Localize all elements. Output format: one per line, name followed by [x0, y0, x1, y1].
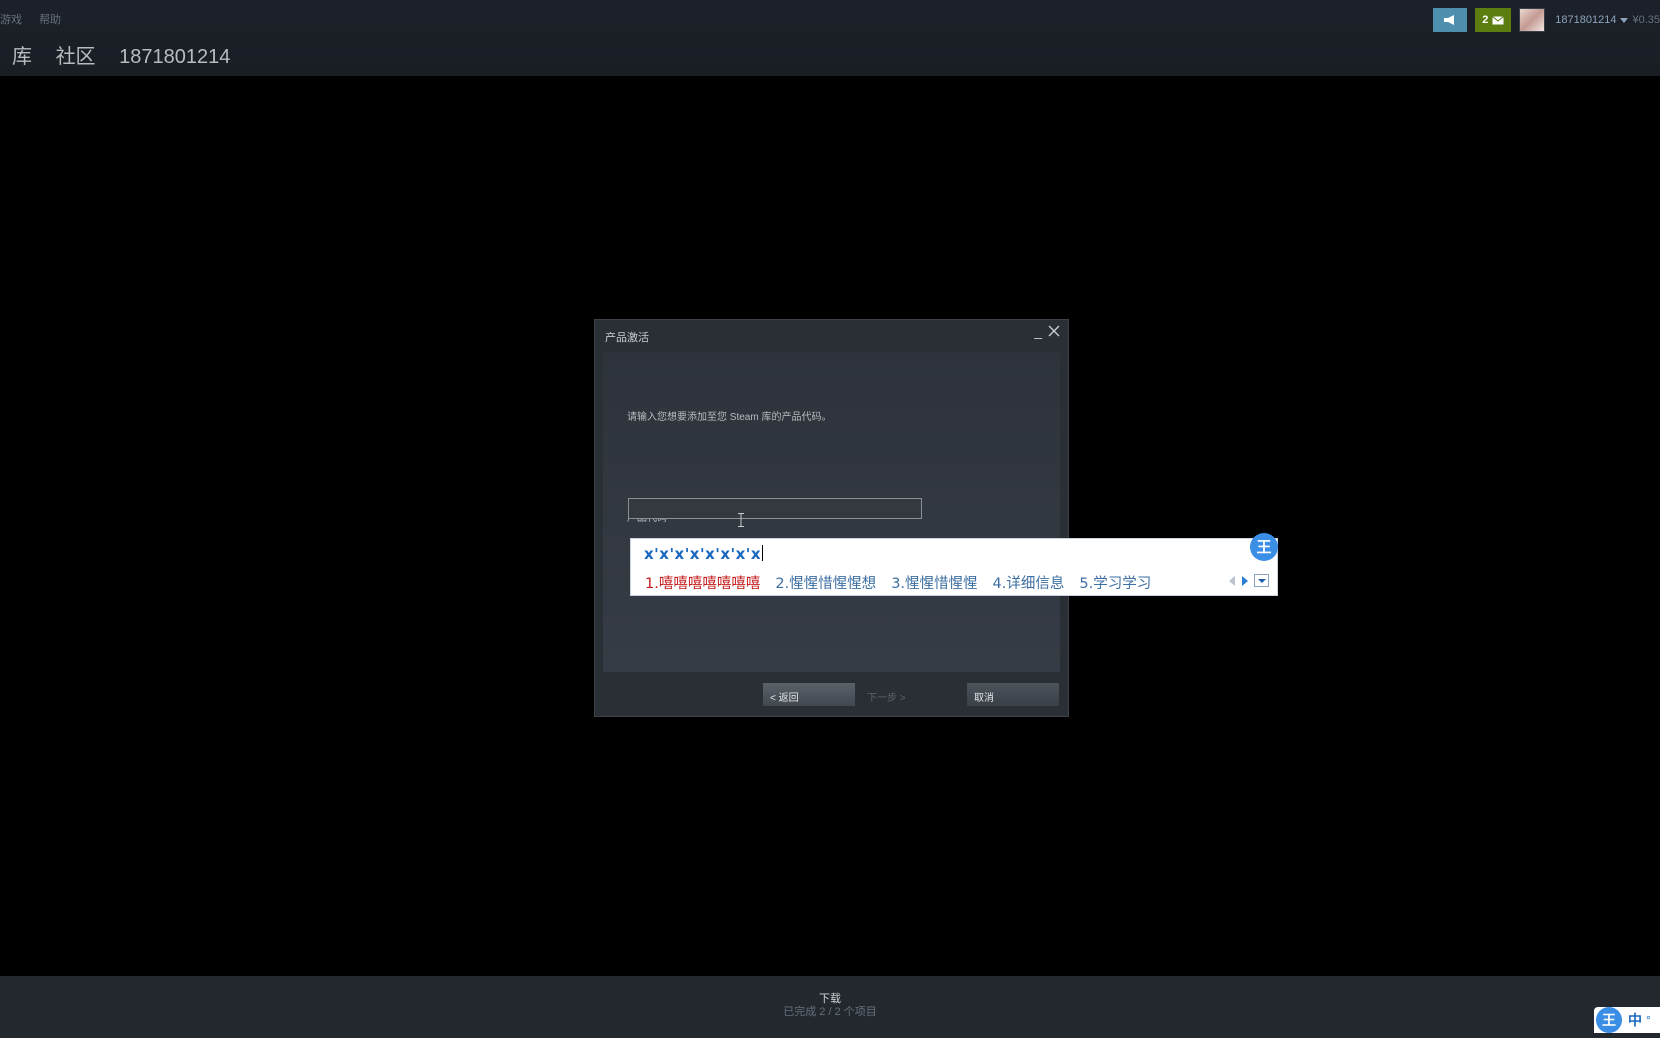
wallet-balance: ¥0.35 [1632, 14, 1660, 26]
dialog-title: 产品激活 [605, 332, 649, 344]
chevron-down-icon [1620, 17, 1629, 23]
ime-status-bar[interactable]: 王 中 ° [1594, 1007, 1660, 1033]
envelope-icon [1492, 15, 1505, 24]
menu-bar: 游戏 帮助 [0, 11, 75, 27]
main-nav: 库 社区 1871801214 [12, 40, 248, 69]
account-controls: 2 1871801214 ¥0.35 [1433, 8, 1660, 32]
download-status-bar[interactable]: 下载 已完成 2 / 2 个项目 王 中 ° [0, 976, 1660, 1038]
ime-candidate[interactable]: 4.详细信息 [993, 572, 1065, 593]
downloads-status: 已完成 2 / 2 个项目 [783, 1006, 877, 1018]
ime-prev-page-icon[interactable] [1229, 576, 1235, 586]
minimize-button[interactable]: _ [1034, 323, 1042, 339]
ime-candidate[interactable]: 3.惺惺惜惺惺 [891, 572, 977, 593]
ime-candidate[interactable]: 1.嘻嘻嘻嘻嘻嘻嘻 [645, 572, 760, 593]
ime-composition: x'x'x'x'x'x'x'x [644, 545, 762, 563]
notifications-button[interactable]: 2 [1475, 8, 1512, 32]
product-code-input[interactable] [628, 498, 922, 519]
back-button[interactable]: < 返回 [763, 683, 855, 706]
account-menu[interactable]: 1871801214 ¥0.35 [1555, 14, 1660, 26]
ime-candidate-window: x'x'x'x'x'x'x'x 1.嘻嘻嘻嘻嘻嘻嘻 2.惺惺惜惺惺想 3.惺惺惜… [630, 533, 1278, 596]
text-cursor-icon [738, 513, 744, 527]
close-icon[interactable] [1048, 325, 1060, 337]
ime-next-page-icon[interactable] [1242, 576, 1248, 586]
instruction-text: 请输入您想要添加至您 Steam 库的产品代码。 [627, 412, 832, 423]
ime-candidate[interactable]: 2.惺惺惜惺惺想 [775, 572, 876, 593]
next-button[interactable]: 下一步 > [860, 683, 952, 706]
ime-punctuation-indicator[interactable]: ° [1646, 1013, 1651, 1027]
ime-candidate-list: 1.嘻嘻嘻嘻嘻嘻嘻 2.惺惺惜惺惺想 3.惺惺惜惺惺 4.详细信息 5.学习学习 [645, 572, 1166, 593]
announcement-button[interactable] [1433, 8, 1468, 32]
cancel-button[interactable]: 取消 [967, 683, 1059, 706]
top-bar: 游戏 帮助 库 社区 1871801214 2 1871801214 ¥0.35 [0, 0, 1660, 76]
notification-count: 2 [1482, 14, 1489, 26]
megaphone-icon [1444, 15, 1455, 25]
menu-item-games[interactable]: 游戏 [0, 14, 22, 26]
product-activation-dialog: 产品激活 _ 请输入您想要添加至您 Steam 库的产品代码。 产品代码 < 返… [594, 319, 1069, 717]
account-name: 1871801214 [1555, 14, 1617, 26]
nav-community[interactable]: 社区 [56, 46, 96, 68]
avatar[interactable] [1519, 8, 1546, 32]
menu-item-help[interactable]: 帮助 [39, 14, 61, 26]
ime-logo-icon: 王 [1250, 533, 1278, 561]
nav-profile[interactable]: 1871801214 [119, 46, 230, 68]
ime-mode-indicator[interactable]: 中 [1628, 1010, 1642, 1030]
ime-expand-icon[interactable] [1254, 574, 1269, 587]
ime-candidate[interactable]: 5.学习学习 [1079, 572, 1151, 593]
ime-tray-logo-icon: 王 [1596, 1007, 1622, 1033]
nav-library[interactable]: 库 [12, 46, 32, 68]
